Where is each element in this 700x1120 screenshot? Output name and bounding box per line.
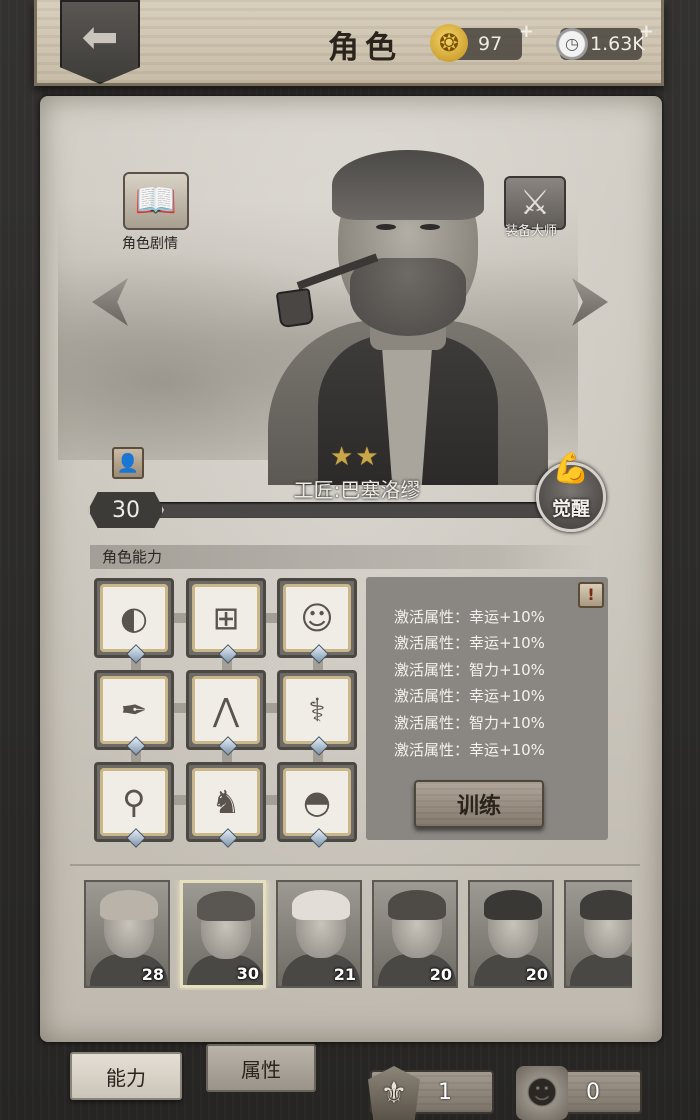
hero-level: 28 xyxy=(141,965,164,984)
quill-icon: ✒ xyxy=(100,676,168,744)
skill-slot[interactable]: ◓ xyxy=(277,762,357,848)
portrait-token-count: 0 xyxy=(586,1079,600,1105)
hero-hair xyxy=(580,890,632,920)
character-name: 工匠:巴塞洛缪 xyxy=(293,478,421,502)
shell-currency[interactable]: ❂ 97 + xyxy=(430,21,534,62)
attribute-line: 激活属性：智力+10% xyxy=(394,714,545,732)
level-progress-bar xyxy=(150,502,550,518)
shell-count: 97 xyxy=(478,33,503,55)
hero-card[interactable]: 20 xyxy=(372,880,458,988)
hero-hair xyxy=(388,890,446,920)
skill-slot[interactable]: ⚕ xyxy=(277,670,357,756)
section-title-bar xyxy=(90,545,596,569)
praying-hands-icon: ⋀ xyxy=(192,676,260,744)
flexing-figure-icon: 💪 xyxy=(552,451,590,486)
hero-level: 20 xyxy=(525,965,548,984)
signpost-icon: ⊞ xyxy=(192,584,260,652)
tab-attribute[interactable]: 属性 xyxy=(206,1044,316,1092)
hero-card[interactable]: 20 xyxy=(468,880,554,988)
hero-hair xyxy=(292,890,350,920)
hero-card[interactable]: 30 xyxy=(180,880,266,988)
clock-count: 1.63K xyxy=(590,33,645,55)
syringe-icon: ⚕ xyxy=(283,676,351,744)
hero-card[interactable]: 2 xyxy=(564,880,632,988)
character-roster: 28 30 21 20 20 2 xyxy=(84,880,632,990)
shell-icon: ❂ xyxy=(430,24,468,62)
chomp-face-icon: ◐ xyxy=(100,584,168,652)
info-alert-icon[interactable]: ! xyxy=(578,582,604,608)
portrait-token-counter[interactable]: ☻ 0 xyxy=(516,1066,642,1120)
divider xyxy=(70,864,640,866)
add-shell-button[interactable]: + xyxy=(519,16,534,48)
add-clock-button[interactable]: + xyxy=(639,16,654,48)
hero-hair xyxy=(100,890,158,920)
star-rating: ★★ xyxy=(330,442,381,472)
emblem-icon: ⚜ xyxy=(368,1066,420,1120)
awaken-button[interactable]: 💪 觉醒 xyxy=(536,451,606,532)
page-title: 角色 xyxy=(328,30,402,66)
attribute-line: 激活属性：幸运+10% xyxy=(394,687,545,705)
skill-slot[interactable]: ☺ xyxy=(277,578,357,664)
profile-icon[interactable]: 👤 xyxy=(112,447,144,479)
awaken-label: 觉醒 xyxy=(551,498,590,520)
hero-level: 20 xyxy=(429,965,452,984)
clock-currency[interactable]: ◷ 1.63K + xyxy=(556,21,654,60)
skill-slot[interactable]: ⚲ xyxy=(94,762,174,848)
attribute-line: 激活属性：幸运+10% xyxy=(394,741,545,759)
emblem-counter[interactable]: ⚜ 1 xyxy=(368,1066,494,1120)
attribute-line: 激活属性：幸运+10% xyxy=(394,634,545,652)
back-arrow-icon: ⬅ xyxy=(81,11,119,63)
skill-slot[interactable]: ✒ xyxy=(94,670,174,756)
rider-icon: ♞ xyxy=(192,768,260,836)
attribute-line: 激活属性：智力+10% xyxy=(394,661,545,679)
skill-slot[interactable]: ⊞ xyxy=(186,578,266,664)
hero-level: 30 xyxy=(236,964,259,983)
hero-shoulders xyxy=(570,954,632,986)
hero-level: 21 xyxy=(333,965,356,984)
level-value: 30 xyxy=(112,497,140,523)
portrait-token-icon: ☻ xyxy=(516,1066,568,1120)
clock-icon: ◷ xyxy=(556,28,588,60)
back-button[interactable]: ⬅ xyxy=(60,0,140,84)
magnifier-icon: ⚲ xyxy=(100,768,168,836)
train-button[interactable]: 训练 xyxy=(414,780,544,828)
stomach-icon: ◓ xyxy=(283,768,351,836)
strongman-icon: ☺ xyxy=(283,584,351,652)
skill-slot[interactable]: ⋀ xyxy=(186,670,266,756)
emblem-count: 1 xyxy=(438,1079,452,1105)
story-book-icon[interactable]: 📖 xyxy=(123,172,189,230)
hero-hair xyxy=(484,890,542,920)
skill-slot[interactable]: ♞ xyxy=(186,762,266,848)
level-badge: 30 xyxy=(88,490,164,530)
attribute-line: 激活属性：幸运+10% xyxy=(394,608,545,626)
skill-slot[interactable]: ◐ xyxy=(94,578,174,664)
hero-card[interactable]: 28 xyxy=(84,880,170,988)
hero-hair xyxy=(197,891,255,921)
hero-card[interactable]: 21 xyxy=(276,880,362,988)
story-label: 角色剧情 xyxy=(122,236,178,252)
tab-ability[interactable]: 能力 xyxy=(70,1052,182,1100)
section-title: 角色能力 xyxy=(102,548,163,566)
equip-label: 装备大师 xyxy=(505,224,558,239)
